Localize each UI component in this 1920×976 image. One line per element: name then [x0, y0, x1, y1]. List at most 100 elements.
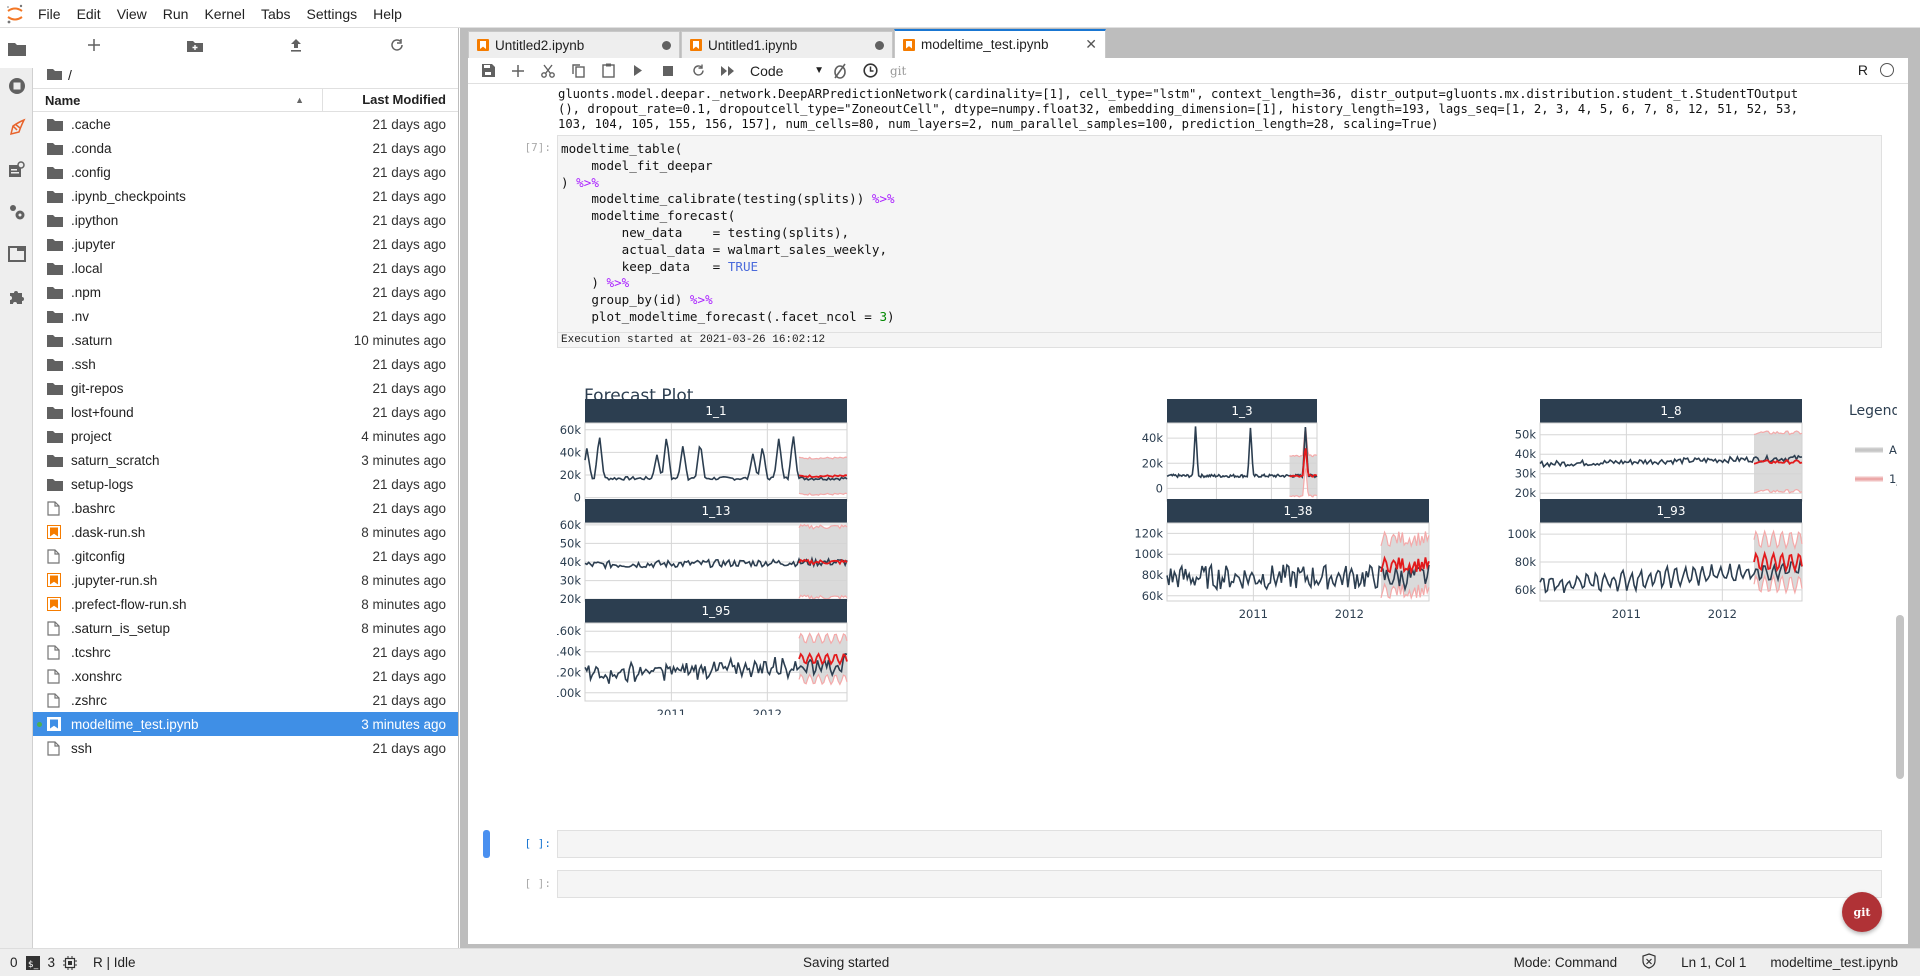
file-list-item[interactable]: setup-logs 21 days ago — [33, 472, 458, 496]
file-list-item[interactable]: .tcshrc 21 days ago — [33, 640, 458, 664]
folder-icon — [47, 357, 63, 371]
tab-untitled2[interactable]: Untitled2.ipynb — [468, 31, 680, 58]
file-name: .tcshrc — [71, 644, 111, 660]
paste-button[interactable] — [594, 59, 622, 83]
file-list-item[interactable]: .dask-run.sh 8 minutes ago — [33, 520, 458, 544]
stop-button[interactable] — [654, 59, 682, 83]
file-list-item[interactable]: .saturn_is_setup 8 minutes ago — [33, 616, 458, 640]
scrollbar-thumb[interactable] — [1896, 615, 1904, 779]
menu-tabs[interactable]: Tabs — [253, 0, 299, 28]
file-list-item[interactable]: ssh 21 days ago — [33, 736, 458, 760]
file-list-item[interactable]: .nv 21 days ago — [33, 304, 458, 328]
cut-button[interactable] — [534, 59, 562, 83]
menu-file[interactable]: File — [30, 0, 69, 28]
tab-untitled1[interactable]: Untitled1.ipynb — [681, 31, 893, 58]
column-header-modified[interactable]: Last Modified — [323, 89, 458, 111]
menu-settings[interactable]: Settings — [299, 0, 366, 28]
restart-button[interactable] — [684, 59, 712, 83]
svg-text:$_: $_ — [28, 960, 39, 970]
cpu-chip-icon[interactable] — [63, 955, 78, 970]
notebook-icon — [690, 39, 702, 51]
kernel-count[interactable]: 3 — [48, 955, 56, 970]
property-inspector-icon[interactable] — [0, 150, 33, 190]
code-input[interactable] — [557, 870, 1882, 898]
file-list-item[interactable]: .cache 21 days ago — [33, 112, 458, 136]
tab-modeltime-test[interactable]: modeltime_test.ipynb ✕ — [894, 29, 1106, 58]
kernel-name[interactable]: R — [1858, 62, 1868, 78]
copy-button[interactable] — [564, 59, 592, 83]
file-list-item[interactable]: .bashrc 21 days ago — [33, 496, 458, 520]
file-list-item[interactable]: lost+found 21 days ago — [33, 400, 458, 424]
column-header-name[interactable]: Name ▲ — [33, 89, 323, 111]
git-fab-button[interactable]: git — [1842, 892, 1882, 932]
new-folder-button[interactable] — [180, 33, 210, 57]
git-label[interactable]: git — [890, 64, 906, 78]
insert-cell-button[interactable] — [504, 59, 532, 83]
kernel-status[interactable]: R | Idle — [93, 955, 136, 970]
y-tick-label: 20k — [560, 592, 582, 606]
file-list-item[interactable]: saturn_scratch 3 minutes ago — [33, 448, 458, 472]
empty-code-cell: [ ]: — [493, 870, 1903, 898]
upload-button[interactable] — [281, 33, 311, 57]
menu-view[interactable]: View — [109, 0, 155, 28]
trusted-shield-icon[interactable] — [1641, 953, 1657, 972]
menu-help[interactable]: Help — [365, 0, 410, 28]
folder-icon[interactable] — [47, 67, 62, 83]
file-list-item[interactable]: modeltime_test.ipynb 3 minutes ago — [33, 712, 458, 736]
running-icon[interactable] — [0, 66, 33, 106]
code-input[interactable] — [557, 830, 1882, 858]
file-list-item[interactable]: .prefect-flow-run.sh 8 minutes ago — [33, 592, 458, 616]
menu-edit[interactable]: Edit — [69, 0, 109, 28]
notebook-scrollbar[interactable] — [1896, 85, 1904, 944]
y-tick-label: 120k — [557, 665, 581, 679]
cell-type-dropdown[interactable]: Code ▼ — [744, 63, 824, 79]
file-list-item[interactable]: .local 21 days ago — [33, 256, 458, 280]
commands-icon[interactable] — [0, 192, 33, 232]
code-token: ) — [561, 275, 607, 291]
file-list-item[interactable]: .npm 21 days ago — [33, 280, 458, 304]
file-list-item[interactable]: .saturn 10 minutes ago — [33, 328, 458, 352]
unsaved-dot-icon[interactable] — [662, 40, 671, 50]
git-sync-icon[interactable] — [826, 59, 854, 83]
file-list-item[interactable]: project 4 minutes ago — [33, 424, 458, 448]
extension-icon[interactable] — [0, 276, 33, 316]
restart-run-all-button[interactable] — [714, 59, 742, 83]
menu-kernel[interactable]: Kernel — [196, 0, 252, 28]
file-list-item[interactable]: .jupyter-run.sh 8 minutes ago — [33, 568, 458, 592]
saturn-icon[interactable] — [0, 108, 33, 148]
run-button[interactable] — [624, 59, 652, 83]
folder-icon — [47, 213, 63, 227]
file-list-item[interactable]: .config 21 days ago — [33, 160, 458, 184]
folder-icon — [47, 141, 63, 155]
file-name: .ipython — [71, 212, 119, 228]
file-list-item[interactable]: .ipynb_checkpoints 21 days ago — [33, 184, 458, 208]
menu-run[interactable]: Run — [155, 0, 197, 28]
file-list-item[interactable]: .gitconfig 21 days ago — [33, 544, 458, 568]
code-line: model_fit_deepar — [561, 158, 1878, 175]
keyword-token: TRUE — [727, 258, 759, 274]
file-list-item[interactable]: .jupyter 21 days ago — [33, 232, 458, 256]
file-list-item[interactable]: .ssh 21 days ago — [33, 352, 458, 376]
code-line: group_by(id) %>% — [561, 292, 1878, 309]
y-tick-label: 80k — [1142, 568, 1164, 582]
terminal-icon[interactable]: $_ — [25, 955, 40, 970]
close-icon[interactable]: ✕ — [1085, 36, 1097, 53]
code-line: modeltime_forecast( — [561, 208, 1878, 225]
save-button[interactable] — [474, 59, 502, 83]
cursor-position[interactable]: Ln 1, Col 1 — [1681, 955, 1746, 970]
tabs-icon[interactable] — [0, 234, 33, 274]
file-list-item[interactable]: git-repos 21 days ago — [33, 376, 458, 400]
terminal-count[interactable]: 0 — [10, 955, 18, 970]
file-list-item[interactable]: .conda 21 days ago — [33, 136, 458, 160]
execute-time-icon[interactable] — [856, 59, 884, 83]
file-list-item[interactable]: .ipython 21 days ago — [33, 208, 458, 232]
folder-icon[interactable] — [0, 28, 34, 68]
code-editor[interactable]: modeltime_table( model_fit_deepar) %>% m… — [557, 135, 1882, 333]
new-launcher-button[interactable] — [79, 33, 109, 57]
file-modified: 10 minutes ago — [353, 332, 446, 348]
refresh-button[interactable] — [382, 33, 412, 57]
unsaved-dot-icon[interactable] — [875, 40, 884, 50]
file-list-item[interactable]: .xonshrc 21 days ago — [33, 664, 458, 688]
file-list-item[interactable]: .zshrc 21 days ago — [33, 688, 458, 712]
breadcrumb-root[interactable]: / — [68, 67, 72, 83]
